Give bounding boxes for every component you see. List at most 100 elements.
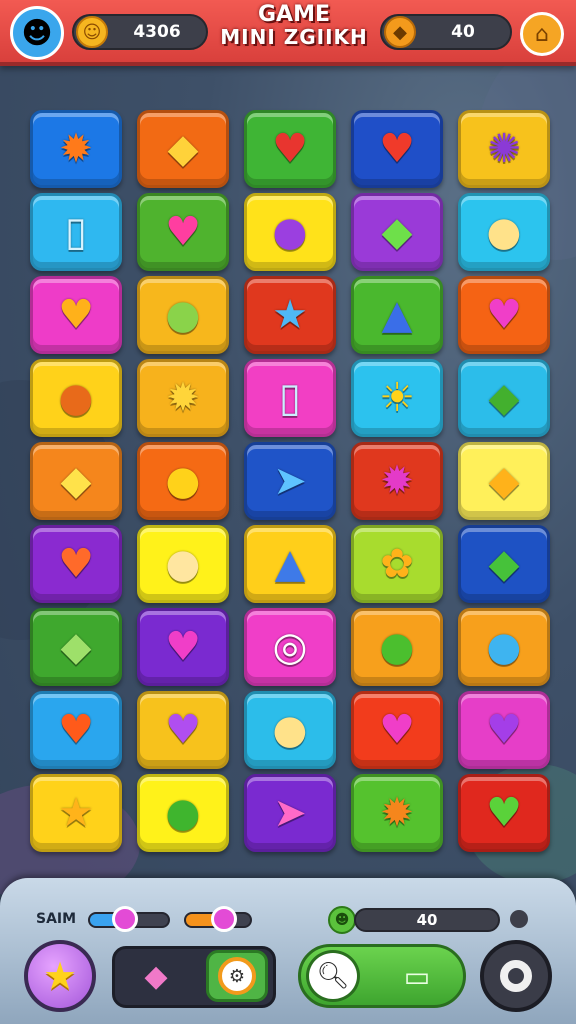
purple-heart-icon: ♥ bbox=[165, 707, 201, 753]
tile-heart-pencil[interactable]: ♥ bbox=[244, 110, 336, 188]
tile-green-leaf[interactable]: ◆ bbox=[458, 525, 550, 603]
settings-button[interactable]: ⚙ bbox=[206, 950, 268, 1002]
tile-blue-balloon[interactable]: ● bbox=[458, 608, 550, 686]
player-avatar[interactable]: ☻ bbox=[10, 6, 64, 60]
home-icon: ⌂ bbox=[535, 21, 549, 47]
lollipop-icon: ● bbox=[165, 541, 201, 587]
tile-magenta-heart[interactable]: ♥ bbox=[137, 608, 229, 686]
phone-icon: ▯ bbox=[278, 375, 301, 421]
red-heart-icon: ♥ bbox=[379, 126, 415, 172]
tile-blue-sun[interactable]: ✹ bbox=[137, 359, 229, 437]
tile-orange-ball[interactable]: ● bbox=[30, 359, 122, 437]
blue-sun-icon: ✹ bbox=[166, 375, 200, 421]
gems-counter: ◆ 40 bbox=[380, 14, 512, 50]
tile-pink-flower[interactable]: ✹ bbox=[351, 442, 443, 520]
tile-paper-plane[interactable]: ➤ bbox=[244, 774, 336, 852]
game-title: GAME MINI ZGIIKH bbox=[214, 2, 374, 49]
avatar-icon: ☻ bbox=[21, 15, 53, 51]
tile-leaf-berry[interactable]: ◆ bbox=[30, 608, 122, 686]
lollipop-icon: ● bbox=[486, 209, 522, 255]
tile-orange-flower[interactable]: ✹ bbox=[30, 110, 122, 188]
game-board: ✹ ◆ ♥ ♥ ✺ ▯ ♥ ● ◆ ● ♥ ● ★ ▲ ♥ ● ✹ ▯ ☀ ◆ ◆ ● ➤ ✹ ◆ ♥ ● ▲ ✿ ◆ ◆ ♥ ◎ ● ● ♥ ♥ ● ♥ ♥… bbox=[30, 110, 553, 852]
tile-phone[interactable]: ▯ bbox=[30, 193, 122, 271]
tile-orange-heart[interactable]: ♥ bbox=[30, 276, 122, 354]
sun-icon: ☀ bbox=[379, 375, 415, 421]
coin-icon: ☺ bbox=[76, 16, 108, 48]
tile-rocket[interactable]: ▲ bbox=[244, 525, 336, 603]
pink-flower-icon: ✹ bbox=[380, 458, 414, 504]
cheese-icon: ◆ bbox=[488, 458, 520, 504]
boost-slider[interactable] bbox=[184, 906, 252, 932]
tile-green-leaf[interactable]: ● bbox=[137, 774, 229, 852]
tile-purple-heart[interactable]: ♥ bbox=[458, 691, 550, 769]
heart-pencil-icon: ♥ bbox=[272, 126, 308, 172]
tile-yellow-star[interactable]: ★ bbox=[30, 774, 122, 852]
home-button[interactable]: ⌂ bbox=[520, 12, 564, 56]
tile-phone[interactable]: ▯ bbox=[244, 359, 336, 437]
leaf-icon: ◆ bbox=[488, 375, 520, 421]
record-button[interactable] bbox=[480, 940, 552, 1012]
rocket-icon: ▲ bbox=[274, 541, 306, 587]
tile-lollipop[interactable]: ● bbox=[458, 193, 550, 271]
orange-heart-icon: ♥ bbox=[58, 292, 94, 338]
magenta-heart-icon: ♥ bbox=[486, 292, 522, 338]
blue-star-icon: ★ bbox=[272, 292, 308, 338]
search-button[interactable]: 🔍︎ bbox=[306, 950, 360, 1002]
search-icon: 🔍︎ bbox=[316, 961, 350, 991]
tile-magenta-heart[interactable]: ♥ bbox=[458, 276, 550, 354]
star-button[interactable]: ★ bbox=[24, 940, 96, 1012]
phone-icon: ▯ bbox=[64, 209, 87, 255]
slider-knob[interactable] bbox=[112, 906, 139, 932]
orange-ball-icon: ● bbox=[58, 375, 94, 421]
purple-gear-icon: ✺ bbox=[487, 126, 521, 172]
yellow-flower-icon: ✿ bbox=[380, 541, 414, 587]
orange-heart-icon: ♥ bbox=[58, 707, 94, 753]
tile-leaf-ball[interactable]: ● bbox=[137, 276, 229, 354]
yellow-leaf-icon: ◆ bbox=[60, 458, 92, 504]
title-line-1: GAME bbox=[257, 2, 330, 27]
tile-red-heart[interactable]: ♥ bbox=[351, 110, 443, 188]
paper-plane-icon: ➤ bbox=[273, 458, 307, 504]
orange-flower-icon: ✹ bbox=[380, 790, 414, 836]
green-gem-icon: ◆ bbox=[381, 209, 413, 255]
tile-yellow-flower[interactable]: ✿ bbox=[351, 525, 443, 603]
tile-ring[interactable]: ◎ bbox=[244, 608, 336, 686]
coins-counter: ☺ 4306 bbox=[72, 14, 208, 50]
green-leaf-icon: ● bbox=[165, 790, 201, 836]
tile-sun[interactable]: ☀ bbox=[351, 359, 443, 437]
tile-purple-heart[interactable]: ♥ bbox=[137, 691, 229, 769]
rocket-icon: ▲ bbox=[381, 292, 413, 338]
tile-green-leaf[interactable]: ● bbox=[351, 608, 443, 686]
tile-purple-ball[interactable]: ● bbox=[244, 193, 336, 271]
tile-pink-heart[interactable]: ♥ bbox=[137, 193, 229, 271]
yellow-star-icon: ★ bbox=[58, 790, 94, 836]
purple-ball-icon: ● bbox=[272, 209, 308, 255]
record-icon bbox=[500, 960, 532, 992]
magenta-heart-icon: ♥ bbox=[165, 624, 201, 670]
tile-rocket[interactable]: ▲ bbox=[351, 276, 443, 354]
tile-cheese[interactable]: ◆ bbox=[458, 442, 550, 520]
tile-lollipop[interactable]: ● bbox=[244, 691, 336, 769]
tile-orange-flower[interactable]: ✹ bbox=[351, 774, 443, 852]
tv-button[interactable]: ▭ bbox=[392, 954, 442, 998]
tile-blue-star[interactable]: ★ bbox=[244, 276, 336, 354]
tile-lollipop[interactable]: ● bbox=[137, 525, 229, 603]
tile-green-gem[interactable]: ◆ bbox=[351, 193, 443, 271]
green-leaf-icon: ◆ bbox=[488, 541, 520, 587]
bottom-label: SAIM bbox=[36, 911, 77, 927]
tile-orange-heart[interactable]: ♥ bbox=[30, 525, 122, 603]
tile-pink-heart[interactable]: ♥ bbox=[351, 691, 443, 769]
tile-purple-gear[interactable]: ✺ bbox=[458, 110, 550, 188]
lemon-icon: ● bbox=[165, 458, 201, 504]
tile-orange-heart[interactable]: ♥ bbox=[30, 691, 122, 769]
yellow-gem-icon: ◆ bbox=[167, 126, 199, 172]
tile-yellow-leaf[interactable]: ◆ bbox=[30, 442, 122, 520]
tile-lemon[interactable]: ● bbox=[137, 442, 229, 520]
tile-leaf[interactable]: ◆ bbox=[458, 359, 550, 437]
gem-booster-button[interactable]: ◆ bbox=[134, 954, 178, 998]
power-slider[interactable] bbox=[88, 906, 170, 932]
tile-paper-plane[interactable]: ➤ bbox=[244, 442, 336, 520]
purple-heart-icon: ♥ bbox=[486, 707, 522, 753]
tile-green-heart[interactable]: ♥ bbox=[458, 774, 550, 852]
tile-yellow-gem[interactable]: ◆ bbox=[137, 110, 229, 188]
